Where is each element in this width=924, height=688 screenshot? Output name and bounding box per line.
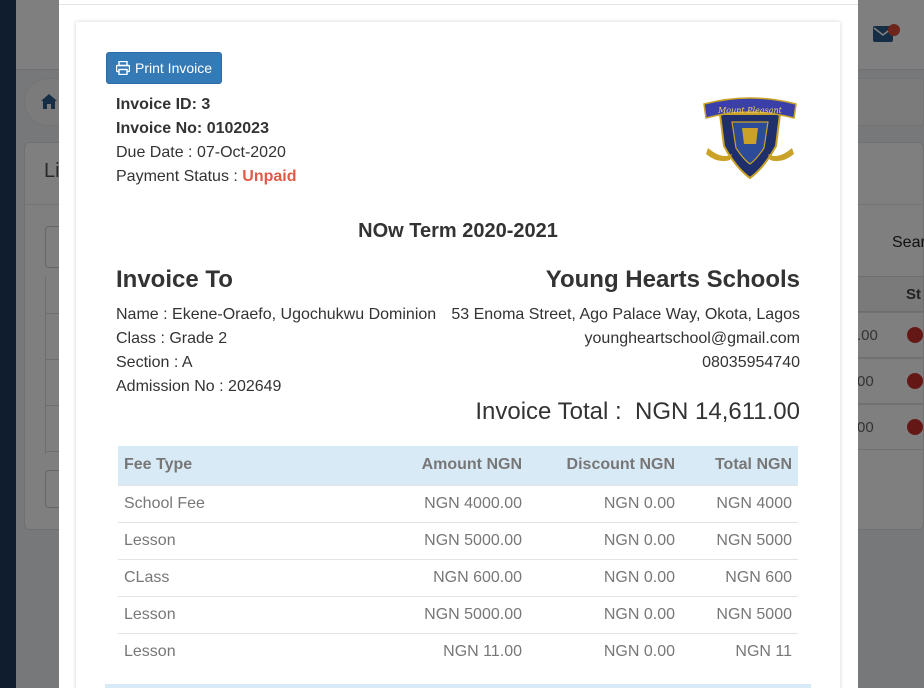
- discount-cell: NGN 0.00: [528, 558, 681, 596]
- print-icon: [116, 61, 130, 75]
- table-row: Lesson NGN 5000.00 NGN 0.00 NGN 5000: [118, 521, 798, 559]
- school-address: 53 Enoma Street, Ago Palace Way, Okota, …: [451, 306, 800, 323]
- fee-table: Fee Type Amount NGN Discount NGN Total N…: [118, 446, 798, 670]
- table-row: Lesson NGN 11.00 NGN 0.00 NGN 11: [118, 632, 798, 670]
- amount-cell: NGN 600.00: [338, 558, 528, 596]
- student-class: Class : Grade 2: [116, 330, 228, 347]
- fee-type-cell: Lesson: [118, 595, 338, 633]
- school-email: youngheartschool@gmail.com: [584, 330, 800, 347]
- svg-text:Mount Pleasant: Mount Pleasant: [717, 106, 783, 115]
- fee-type-cell: CLass: [118, 558, 338, 596]
- discount-cell: NGN 0.00: [528, 632, 681, 670]
- col-total: Total NGN: [681, 446, 798, 485]
- print-invoice-label: Print Invoice: [135, 60, 213, 76]
- fee-type-cell: Lesson: [118, 632, 338, 670]
- table-row: CLass NGN 600.00 NGN 0.00 NGN 600: [118, 558, 798, 596]
- status-badge: Unpaid: [242, 168, 297, 185]
- col-fee-type: Fee Type: [118, 446, 338, 485]
- invoice-modal: Print Invoice Invoice ID: 3 Invoice No: …: [59, 0, 858, 688]
- school-name: Young Hearts Schools: [545, 266, 800, 293]
- discount-cell: NGN 0.00: [528, 521, 681, 559]
- invoice-card: Print Invoice Invoice ID: 3 Invoice No: …: [76, 22, 840, 688]
- fee-table-header: Fee Type Amount NGN Discount NGN Total N…: [118, 446, 798, 485]
- school-logo: Mount Pleasant: [703, 97, 797, 180]
- col-amount: Amount NGN: [338, 446, 528, 485]
- table-row: Lesson NGN 5000.00 NGN 0.00 NGN 5000: [118, 595, 798, 633]
- discount-cell: NGN 0.00: [528, 595, 681, 633]
- total-cell: NGN 11: [681, 632, 798, 670]
- modal-header-border: [59, 4, 858, 5]
- discount-cell: NGN 0.00: [528, 484, 681, 522]
- total-cell: NGN 5000: [681, 521, 798, 559]
- table-footer-strip: [105, 684, 811, 688]
- amount-cell: NGN 5000.00: [338, 521, 528, 559]
- total-cell: NGN 4000: [681, 484, 798, 522]
- col-discount: Discount NGN: [528, 446, 681, 485]
- student-admission-no: Admission No : 202649: [116, 378, 282, 395]
- table-row: School Fee NGN 4000.00 NGN 0.00 NGN 4000: [118, 484, 798, 522]
- amount-cell: NGN 4000.00: [338, 484, 528, 522]
- total-cell: NGN 5000: [681, 595, 798, 633]
- invoice-total: Invoice Total : NGN 14,611.00: [475, 398, 800, 425]
- total-cell: NGN 600: [681, 558, 798, 596]
- due-date: Due Date : 07-Oct-2020: [116, 144, 286, 161]
- amount-cell: NGN 5000.00: [338, 595, 528, 633]
- invoice-id: Invoice ID: 3: [116, 96, 211, 113]
- payment-status: Payment Status : Unpaid: [116, 168, 297, 185]
- student-name: Name : Ekene-Oraefo, Ugochukwu Dominion: [116, 306, 437, 323]
- amount-cell: NGN 11.00: [338, 632, 528, 670]
- print-invoice-button[interactable]: Print Invoice: [106, 52, 223, 84]
- school-phone: 08035954740: [702, 354, 800, 371]
- term-title: NOw Term 2020-2021: [358, 220, 558, 242]
- fee-type-cell: Lesson: [118, 521, 338, 559]
- student-section: Section : A: [116, 354, 193, 371]
- invoice-number: Invoice No: 0102023: [116, 120, 269, 137]
- fee-type-cell: School Fee: [118, 484, 338, 522]
- invoice-to-heading: Invoice To: [116, 266, 233, 293]
